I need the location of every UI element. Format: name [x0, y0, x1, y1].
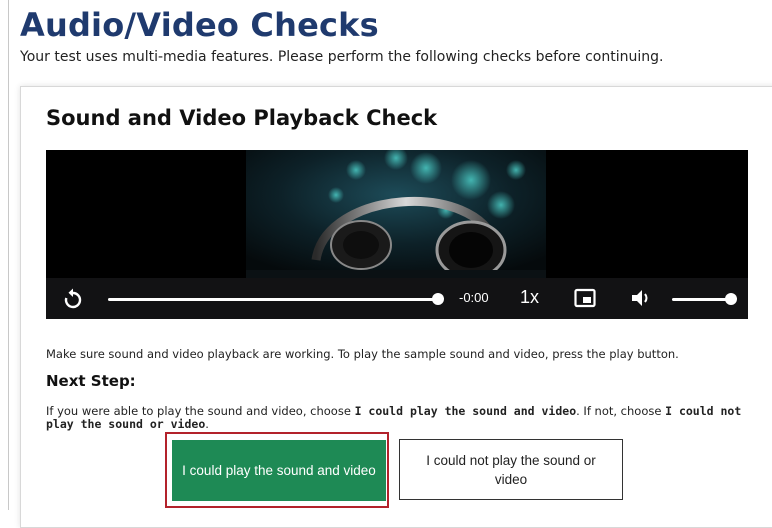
could-not-play-button[interactable]: I could not play the sound or video — [399, 439, 623, 500]
picture-in-picture-icon[interactable] — [574, 288, 596, 308]
next-step-text: If you were able to play the sound and v… — [46, 405, 756, 431]
volume-slider[interactable] — [672, 298, 730, 301]
replay-icon[interactable] — [60, 286, 86, 312]
player-controls: -0:00 1x — [46, 278, 748, 319]
video-player[interactable]: -0:00 1x — [46, 150, 748, 319]
could-play-button[interactable]: I could play the sound and video — [172, 440, 386, 501]
playback-speed-button[interactable]: 1x — [520, 287, 539, 308]
page-title: Audio/Video Checks — [20, 6, 379, 44]
volume-handle[interactable] — [725, 293, 737, 305]
next-step-option-yes: I could play the sound and video — [354, 404, 577, 418]
progress-handle[interactable] — [432, 293, 444, 305]
headphones-poster-image — [246, 150, 546, 278]
playback-instructions: Make sure sound and video playback are w… — [46, 347, 679, 361]
next-step-text-part: If you were able to play the sound and v… — [46, 404, 355, 418]
time-remaining: -0:00 — [459, 290, 489, 305]
next-step-text-part: . — [205, 417, 209, 431]
progress-bar[interactable] — [108, 298, 438, 301]
volume-icon[interactable] — [630, 287, 654, 309]
next-step-heading: Next Step: — [46, 372, 136, 390]
check-title: Sound and Video Playback Check — [46, 106, 438, 130]
next-step-text-part: . If not, choose — [576, 404, 666, 418]
page-subtitle: Your test uses multi-media features. Ple… — [20, 49, 664, 65]
